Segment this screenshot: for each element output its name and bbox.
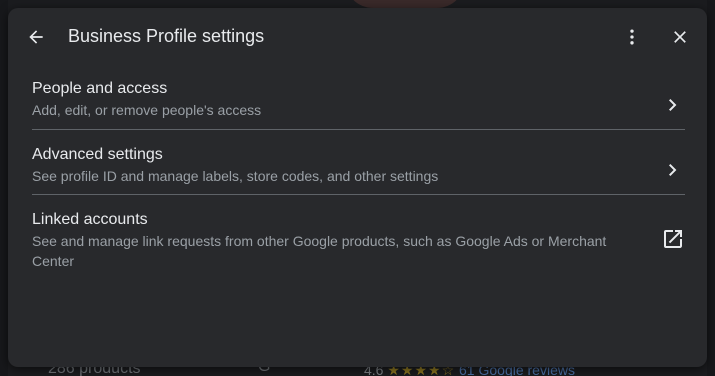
dialog-header: Business Profile settings	[8, 8, 707, 66]
open-in-new-icon	[661, 227, 685, 251]
list-item-people-and-access[interactable]: People and access Add, edit, or remove p…	[32, 66, 685, 130]
dialog-title: Business Profile settings	[68, 26, 265, 46]
settings-dialog: Business Profile settings People and acc…	[8, 8, 707, 367]
list-item-title: People and access	[32, 80, 168, 97]
backdrop-profile-image	[345, 0, 465, 8]
more-vert-icon	[630, 29, 634, 45]
list-item-subtitle: Add, edit, or remove people's access	[32, 102, 262, 118]
list-item-title: Linked accounts	[32, 211, 148, 228]
list-item-subtitle: See profile ID and manage labels, store …	[32, 168, 439, 184]
close-button[interactable]	[666, 23, 694, 51]
backdrop-right-edge	[707, 0, 715, 376]
list-item-linked-accounts[interactable]: Linked accounts See and manage link requ…	[32, 195, 685, 275]
list-item-advanced-settings[interactable]: Advanced settings See profile ID and man…	[32, 130, 685, 195]
chevron-right-icon	[661, 93, 685, 117]
settings-list: People and access Add, edit, or remove p…	[32, 66, 685, 275]
backdrop-left-edge	[0, 0, 8, 376]
list-item-subtitle: See and manage link requests from other …	[32, 233, 607, 269]
list-item-title: Advanced settings	[32, 146, 163, 163]
arrow-back-icon	[29, 30, 43, 44]
more-options-button[interactable]	[618, 23, 646, 51]
back-button[interactable]	[22, 23, 50, 51]
chevron-right-icon	[661, 158, 685, 182]
close-icon	[674, 31, 686, 43]
